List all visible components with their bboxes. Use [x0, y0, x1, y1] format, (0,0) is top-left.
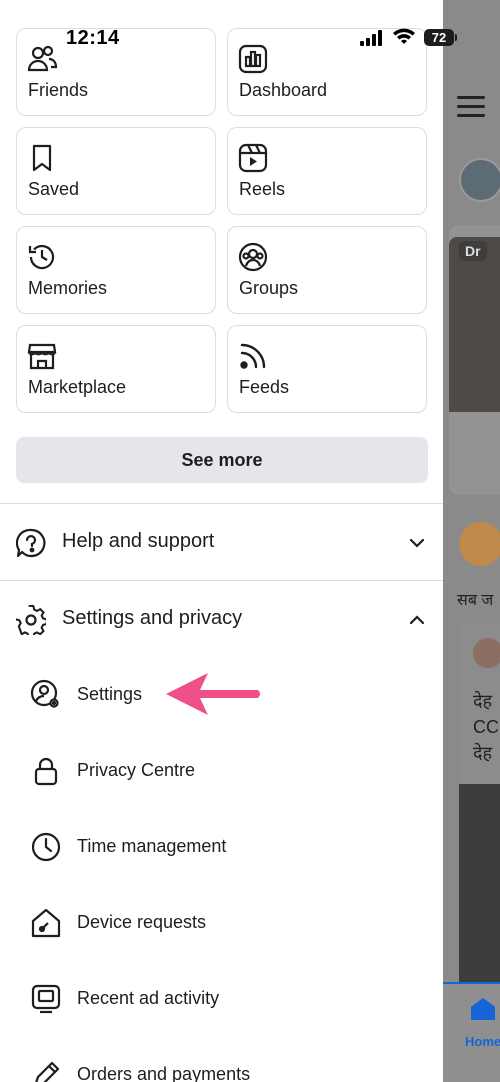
shortcut-reels[interactable]: Reels	[227, 127, 427, 215]
profile-avatar[interactable]	[459, 158, 500, 202]
marketplace-icon	[27, 343, 57, 370]
privacy-centre-item[interactable]: Privacy Centre	[0, 743, 443, 799]
story-card[interactable]	[449, 225, 500, 495]
bookmark-icon	[32, 144, 52, 172]
shortcut-marketplace[interactable]: Marketplace	[16, 325, 216, 413]
groups-icon	[238, 242, 268, 272]
orders-payments-label: Orders and payments	[77, 1064, 251, 1082]
dashboard-icon	[238, 44, 268, 74]
annotation-arrow	[166, 673, 260, 715]
post-card-text: देह CC देह	[473, 691, 499, 763]
device-requests-item[interactable]: Device requests	[0, 895, 443, 951]
post-card-avatar	[473, 638, 500, 668]
settings-privacy-row[interactable]: Settings and privacy	[0, 587, 443, 651]
wifi-icon	[393, 28, 415, 44]
privacy-centre-label: Privacy Centre	[77, 760, 196, 780]
user-settings-icon	[30, 679, 59, 708]
pencil-icon	[35, 1061, 60, 1082]
home-tab-label[interactable]: Home	[465, 1034, 500, 1049]
menu-panel: Friends Dashboard Saved Reels Memories G…	[0, 0, 443, 1082]
ad-activity-icon	[31, 984, 61, 1014]
hamburger-menu-icon[interactable]	[457, 96, 485, 123]
time-management-label: Time management	[77, 836, 227, 856]
reels-icon	[238, 143, 268, 173]
settings-item-label: Settings	[77, 684, 143, 704]
post-card[interactable]: देह CC देह	[459, 624, 500, 984]
feeds-icon	[240, 343, 266, 369]
divider	[0, 580, 443, 581]
shortcut-label: Groups	[239, 278, 299, 298]
shortcuts-grid: Friends Dashboard Saved Reels Memories G…	[16, 28, 428, 413]
shortcut-label: Reels	[239, 179, 286, 199]
shortcut-label: Friends	[28, 80, 89, 100]
shortcut-label: Memories	[28, 278, 108, 298]
chevron-up-icon	[409, 615, 425, 625]
post-text: सब ज	[457, 592, 494, 609]
time-management-item[interactable]: Time management	[0, 819, 443, 875]
post-author-avatar[interactable]	[459, 522, 500, 566]
status-bar: 12:14 72	[0, 0, 500, 49]
shortcut-memories[interactable]: Memories	[16, 226, 216, 314]
home-icon[interactable]	[471, 998, 495, 1020]
see-more-button[interactable]: See more	[16, 437, 428, 483]
shortcut-saved[interactable]: Saved	[16, 127, 216, 215]
bottom-nav: Home	[443, 982, 500, 1082]
shortcut-label: Marketplace	[28, 377, 127, 397]
clock-icon	[31, 832, 61, 862]
orders-payments-item[interactable]: Orders and payments	[0, 1047, 443, 1082]
shortcut-groups[interactable]: Groups	[227, 226, 427, 314]
shortcut-feeds[interactable]: Feeds	[227, 325, 427, 413]
cellular-signal-icon	[360, 30, 382, 46]
shortcut-label: Saved	[28, 179, 80, 199]
post-card-image	[459, 784, 500, 984]
battery-tip	[455, 34, 457, 41]
battery-indicator: 72	[424, 29, 454, 46]
device-home-icon	[31, 908, 61, 938]
chevron-down-icon	[409, 538, 425, 548]
device-requests-label: Device requests	[77, 912, 207, 932]
status-time: 12:14	[66, 27, 120, 49]
help-support-row[interactable]: Help and support	[0, 510, 443, 574]
story-badge: Dr	[459, 241, 487, 261]
divider	[0, 503, 443, 504]
recent-ad-activity-item[interactable]: Recent ad activity	[0, 971, 443, 1027]
settings-privacy-label: Settings and privacy	[62, 607, 243, 629]
memories-icon	[28, 244, 55, 270]
recent-ad-activity-label: Recent ad activity	[77, 988, 220, 1008]
background-feed: Dr सब ज देह CC देह Home	[443, 0, 500, 1082]
story-photo	[449, 237, 500, 412]
gear-icon	[16, 605, 46, 635]
help-support-label: Help and support	[62, 530, 215, 552]
help-icon	[16, 528, 46, 558]
lock-icon	[34, 757, 58, 786]
shortcut-label: Dashboard	[239, 80, 328, 100]
shortcut-label: Feeds	[239, 377, 290, 397]
friends-icon	[27, 45, 57, 72]
